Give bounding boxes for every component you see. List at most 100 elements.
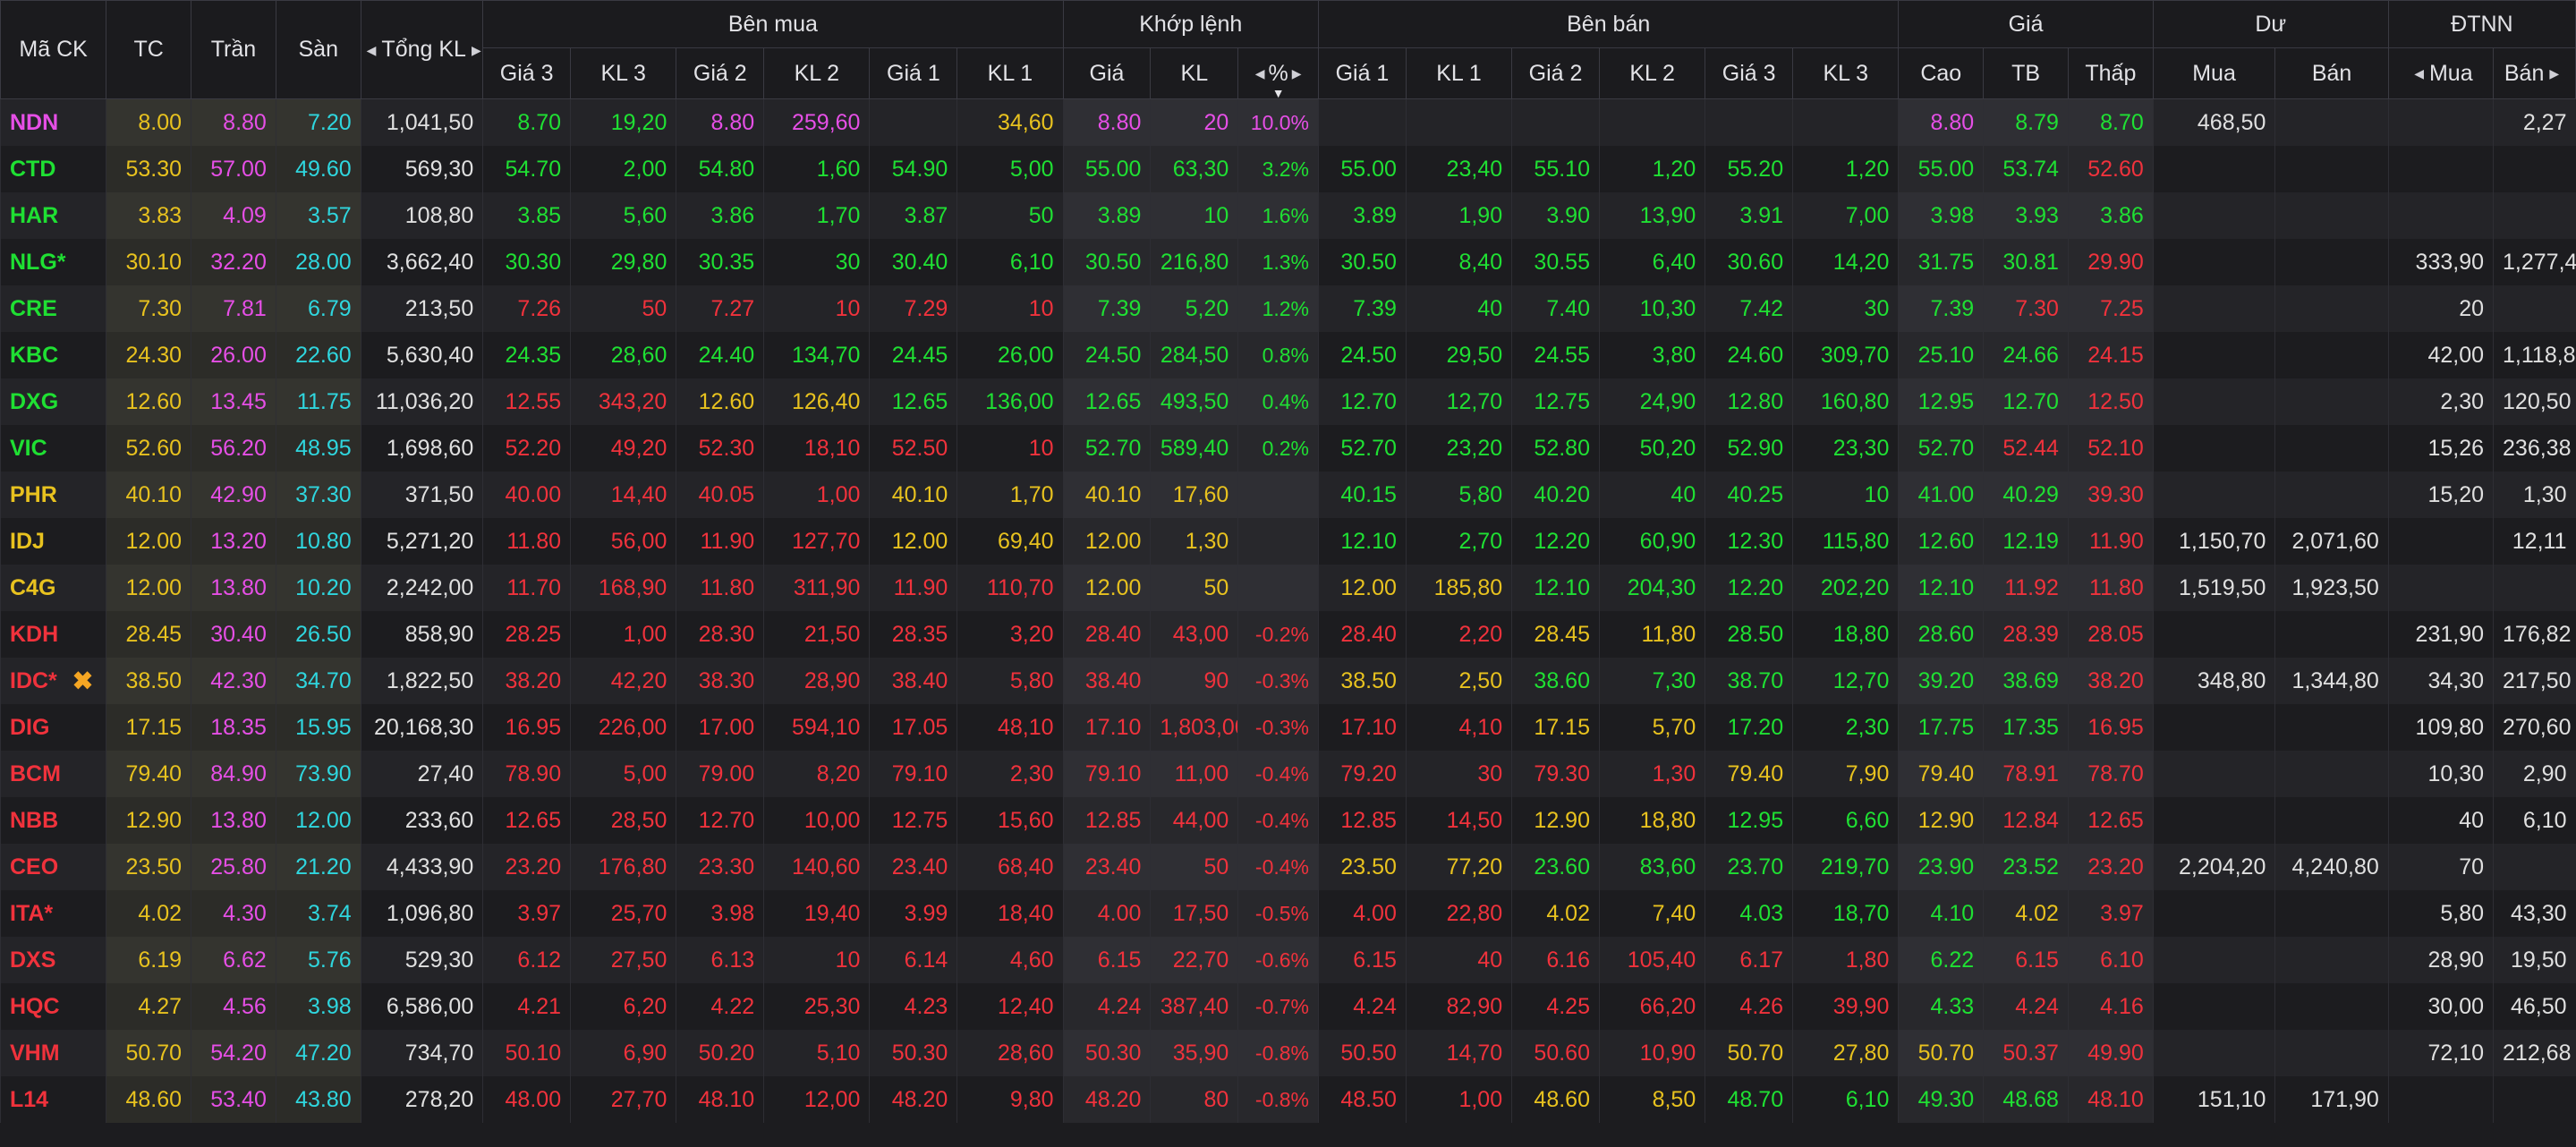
table-row[interactable]: KDH 28.45 30.40 26.50 858,90 28.25 1,00 28.30 21…	[0, 611, 2576, 658]
symbol-cell[interactable]: CRE	[0, 285, 106, 332]
col-header-buy-price-2[interactable]: Giá 2	[676, 47, 765, 99]
foreign-right-icon[interactable]: ▶	[2549, 66, 2559, 81]
table-row[interactable]: CRE 7.30 7.81 6.79 213,50 7.26 50 7.27 10 7.29 10 7…	[0, 285, 2576, 332]
symbol-cell[interactable]: DXG	[0, 378, 106, 425]
col-header-sell-price-1[interactable]: Giá 1	[1318, 47, 1407, 99]
remain-buy-cell	[2152, 890, 2275, 937]
col-header-sell-price-2[interactable]: Giá 2	[1511, 47, 1600, 99]
table-row[interactable]: HAR 3.83 4.09 3.57 108,80 3.85 5,60 3.86 1,70 3.8…	[0, 192, 2576, 239]
table-row[interactable]: VHM 50.70 54.20 47.20 734,70 50.10 6,90 50.20 5,…	[0, 1030, 2576, 1076]
table-row[interactable]: ITA* 4.02 4.30 3.74 1,096,80 3.97 25,70 3.98 19,…	[0, 890, 2576, 937]
table-row[interactable]: IDJ 12.00 13.20 10.80 5,271,20 11.80 56,00 11.9…	[0, 518, 2576, 565]
symbol-cell[interactable]: PHR	[0, 472, 106, 518]
symbol-cell[interactable]: NDN	[0, 98, 106, 146]
symbol-cell[interactable]: HQC	[0, 983, 106, 1030]
buy-price-1-cell: 12.75	[869, 797, 957, 844]
total-volume-cell: 1,822,50	[360, 658, 483, 704]
col-header-buy-vol-3[interactable]: KL 3	[570, 47, 677, 99]
col-header-sell-vol-2[interactable]: KL 2	[1598, 47, 1706, 99]
sell-price-1-cell: 30.50	[1318, 239, 1407, 285]
table-row[interactable]: VIC 52.60 56.20 48.95 1,698,60 52.20 49,20 52.3…	[0, 425, 2576, 472]
remain-sell-cell	[2274, 378, 2389, 425]
col-header-match-price[interactable]: Giá	[1062, 47, 1152, 99]
symbol-cell[interactable]: VIC	[0, 425, 106, 472]
table-row[interactable]: CEO 23.50 25.80 21.20 4,433,90 23.20 176,80 23.…	[0, 844, 2576, 890]
buy-vol-1-cell: 10	[956, 285, 1064, 332]
table-row[interactable]: BCM 79.40 84.90 73.90 27,40 78.90 5,00 79.00 8,2…	[0, 751, 2576, 797]
sell-price-1-cell: 79.20	[1318, 751, 1407, 797]
symbol-cell[interactable]: DIG	[0, 704, 106, 751]
symbol-cell[interactable]: DXS	[0, 937, 106, 983]
col-header-high[interactable]: Cao	[1898, 47, 1985, 99]
symbol-cell[interactable]: KDH	[0, 611, 106, 658]
group-header-foreign: ĐTNN	[2387, 0, 2576, 48]
col-header-ref[interactable]: TC	[106, 0, 192, 99]
table-row[interactable]: KBC 24.30 26.00 22.60 5,630,40 24.35 28,60 24.4…	[0, 332, 2576, 378]
avg-price-cell: 30.81	[1983, 239, 2069, 285]
remove-watchlist-icon[interactable]: ✖	[72, 667, 93, 696]
symbol-cell[interactable]: C4G	[0, 565, 106, 611]
col-header-foreign-sell[interactable]: Bán ▶	[2493, 47, 2576, 99]
symbol-cell[interactable]: IDC* ✖	[0, 658, 106, 704]
sell-price-3-cell: 38.70	[1705, 658, 1793, 704]
table-row[interactable]: NDN 8.00 8.80 7.20 1,041,50 8.70 19,20 8.80 259,…	[0, 98, 2576, 146]
table-row[interactable]: DIG 17.15 18.35 15.95 20,168,30 16.95 226,00 17…	[0, 704, 2576, 751]
col-header-avg[interactable]: TB	[1983, 47, 2069, 99]
high-price-cell: 55.00	[1898, 146, 1984, 192]
symbol-cell[interactable]: NLG*	[0, 239, 106, 285]
table-row[interactable]: NLG* 30.10 32.20 28.00 3,662,40 30.30 29,80 30.…	[0, 239, 2576, 285]
symbol-cell[interactable]: KBC	[0, 332, 106, 378]
table-row[interactable]: CTD 53.30 57.00 49.60 569,30 54.70 2,00 54.80 1,…	[0, 146, 2576, 192]
symbol-cell[interactable]: NBB	[0, 797, 106, 844]
buy-vol-3-cell: 168,90	[570, 565, 676, 611]
table-row[interactable]: DXS 6.19 6.62 5.76 529,30 6.12 27,50 6.13 10 6.14…	[0, 937, 2576, 983]
col-header-buy-price-3[interactable]: Giá 3	[482, 47, 572, 99]
col-header-match-pct[interactable]: ◀% ▶ ▼	[1237, 47, 1320, 99]
buy-price-3-cell: 3.97	[482, 890, 571, 937]
foreign-buy-cell: 15,26	[2387, 425, 2494, 472]
scroll-right-icon[interactable]: ▶	[472, 43, 481, 58]
symbol-cell[interactable]: HAR	[0, 192, 106, 239]
col-header-foreign-buy[interactable]: ◀ Mua	[2387, 47, 2495, 99]
table-row[interactable]: DXG 12.60 13.45 11.75 11,036,20 12.55 343,20 12…	[0, 378, 2576, 425]
symbol-cell[interactable]: BCM	[0, 751, 106, 797]
low-price-cell: 24.15	[2067, 332, 2154, 378]
symbol-cell[interactable]: CEO	[0, 844, 106, 890]
buy-vol-1-cell: 15,60	[956, 797, 1064, 844]
col-header-total-volume[interactable]: ◀ Tổng KL ▶	[360, 0, 484, 99]
toggle-left-icon[interactable]: ◀	[1255, 66, 1265, 81]
col-header-match-vol[interactable]: KL	[1150, 47, 1239, 99]
col-header-remain-sell[interactable]: Bán	[2274, 47, 2389, 99]
col-header-ceiling[interactable]: Trần	[191, 0, 276, 99]
remain-buy-cell	[2152, 704, 2275, 751]
foreign-sell-cell	[2493, 146, 2576, 192]
scroll-left-icon[interactable]: ◀	[367, 43, 377, 58]
table-row[interactable]: C4G 12.00 13.80 10.20 2,242,00 11.70 168,90 11.…	[0, 565, 2576, 611]
symbol-cell[interactable]: VHM	[0, 1030, 106, 1076]
match-pct-cell: 1.3%	[1237, 239, 1319, 285]
col-header-buy-vol-2[interactable]: KL 2	[763, 47, 871, 99]
symbol-cell[interactable]: L14	[0, 1076, 106, 1123]
table-row[interactable]: PHR 40.10 42.90 37.30 371,50 40.00 14,40 40.05 1…	[0, 472, 2576, 518]
col-header-symbol[interactable]: Mã CK	[0, 0, 107, 99]
symbol-cell[interactable]: ITA*	[0, 890, 106, 937]
col-header-low[interactable]: Thấp	[2067, 47, 2154, 99]
col-header-sell-vol-1[interactable]: KL 1	[1405, 47, 1513, 99]
symbol-cell[interactable]: IDJ	[0, 518, 106, 565]
table-row[interactable]: NBB 12.90 13.80 12.00 233,60 12.65 28,50 12.70 1…	[0, 797, 2576, 844]
col-header-buy-vol-1[interactable]: KL 1	[956, 47, 1064, 99]
table-row[interactable]: IDC* ✖ 38.50 42.30 34.70 1,822,50 38.20 42,20 38…	[0, 658, 2576, 704]
col-header-sell-vol-3[interactable]: KL 3	[1792, 47, 1900, 99]
col-header-sell-price-3[interactable]: Giá 3	[1705, 47, 1794, 99]
table-row[interactable]: HQC 4.27 4.56 3.98 6,586,00 4.21 6,20 4.22 25,30…	[0, 983, 2576, 1030]
avg-price-cell: 38.69	[1983, 658, 2069, 704]
foreign-left-icon[interactable]: ◀	[2414, 66, 2424, 81]
toggle-right-icon[interactable]: ▶	[1292, 66, 1302, 81]
sort-desc-icon[interactable]: ▼	[1272, 86, 1285, 98]
col-header-floor[interactable]: Sàn	[275, 0, 361, 99]
symbol-cell[interactable]: CTD	[0, 146, 106, 192]
col-header-buy-price-1[interactable]: Giá 1	[869, 47, 958, 99]
table-row[interactable]: L14 48.60 53.40 43.80 278,20 48.00 27,70 48.10 1…	[0, 1076, 2576, 1123]
buy-price-1-cell: 48.20	[869, 1076, 957, 1123]
col-header-remain-buy[interactable]: Mua	[2152, 47, 2276, 99]
